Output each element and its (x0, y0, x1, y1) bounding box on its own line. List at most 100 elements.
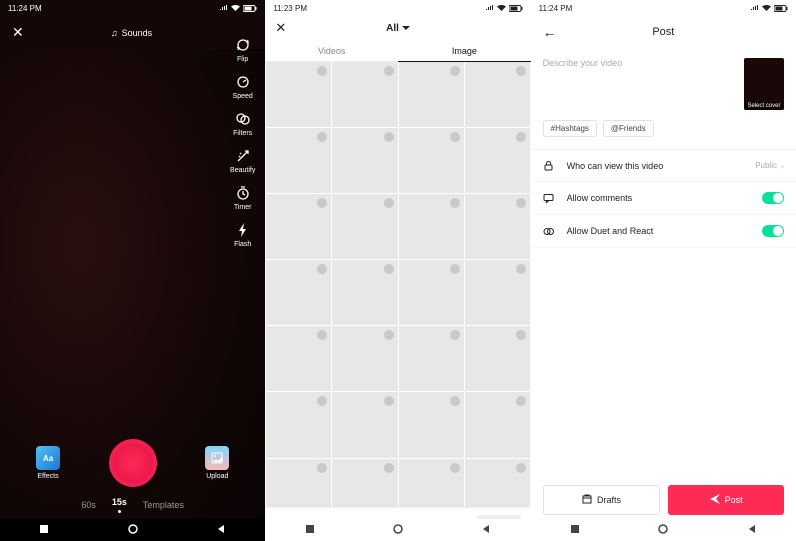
tab-videos[interactable]: Videos (265, 40, 398, 62)
nav-home-icon[interactable] (393, 524, 403, 537)
effects-icon: Aa (36, 446, 60, 470)
media-cell[interactable] (332, 194, 397, 259)
select-circle[interactable] (516, 132, 526, 142)
media-cell[interactable] (465, 326, 530, 391)
media-cell[interactable] (266, 62, 331, 127)
back-icon[interactable]: ← (543, 24, 557, 40)
select-circle[interactable] (516, 330, 526, 340)
select-circle[interactable] (384, 330, 394, 340)
beautify-button[interactable]: Beautify (230, 147, 255, 174)
nav-back-icon[interactable] (216, 524, 226, 537)
nav-back-icon[interactable] (481, 524, 491, 537)
select-circle[interactable] (384, 463, 394, 473)
nav-recent-icon[interactable] (570, 524, 580, 537)
media-cell[interactable] (399, 459, 464, 507)
nav-home-icon[interactable] (128, 524, 138, 537)
select-circle[interactable] (317, 330, 327, 340)
select-circle[interactable] (516, 396, 526, 406)
select-circle[interactable] (450, 264, 460, 274)
nav-recent-icon[interactable] (39, 524, 49, 537)
media-cell[interactable] (399, 260, 464, 325)
mode-15s[interactable]: 15s (112, 497, 127, 513)
media-cell[interactable] (465, 392, 530, 457)
media-cell[interactable] (399, 326, 464, 391)
close-icon[interactable]: ✕ (275, 20, 286, 36)
record-button[interactable] (109, 439, 157, 487)
description-input[interactable]: Describe your video (543, 58, 736, 110)
comments-row: Allow comments (531, 182, 796, 215)
sounds-button[interactable]: ♫ Sounds (111, 28, 152, 38)
friends-chip[interactable]: @Friends (603, 120, 654, 137)
android-nav-bar (0, 519, 265, 541)
privacy-row[interactable]: Who can view this video Public › (531, 150, 796, 182)
select-circle[interactable] (317, 198, 327, 208)
media-cell[interactable] (266, 392, 331, 457)
select-circle[interactable] (516, 463, 526, 473)
lock-icon (543, 160, 557, 171)
media-cell[interactable] (399, 392, 464, 457)
media-cell[interactable] (465, 194, 530, 259)
select-circle[interactable] (317, 396, 327, 406)
select-circle[interactable] (384, 132, 394, 142)
drafts-button[interactable]: Drafts (543, 485, 661, 515)
nav-back-icon[interactable] (747, 524, 757, 537)
mode-60s[interactable]: 60s (81, 500, 96, 510)
select-circle[interactable] (317, 463, 327, 473)
mode-templates[interactable]: Templates (143, 500, 184, 510)
media-cell[interactable] (332, 326, 397, 391)
flash-button[interactable]: Flash (234, 221, 252, 248)
tab-image[interactable]: Image (398, 40, 531, 62)
media-cell[interactable] (266, 326, 331, 391)
media-cell[interactable] (399, 128, 464, 193)
media-cell[interactable] (399, 62, 464, 127)
media-cell[interactable] (332, 62, 397, 127)
media-cell[interactable] (332, 459, 397, 507)
select-cover-button[interactable]: Select cover (744, 58, 784, 110)
right-tool-rail: Flip Speed Filters Beautify Timer Flash (230, 36, 255, 248)
select-circle[interactable] (450, 198, 460, 208)
media-cell[interactable] (465, 128, 530, 193)
chevron-down-icon (402, 23, 410, 34)
timer-button[interactable]: Timer (234, 184, 252, 211)
duet-toggle[interactable] (762, 225, 784, 237)
select-circle[interactable] (516, 66, 526, 76)
media-cell[interactable] (332, 392, 397, 457)
flip-button[interactable]: Flip (234, 36, 252, 63)
media-cell[interactable] (266, 459, 331, 507)
close-icon[interactable]: ✕ (12, 24, 24, 41)
media-cell[interactable] (332, 260, 397, 325)
select-circle[interactable] (384, 66, 394, 76)
mode-selector[interactable]: 60s 15s Templates (81, 497, 184, 513)
media-cell[interactable] (266, 260, 331, 325)
select-circle[interactable] (516, 264, 526, 274)
select-circle[interactable] (384, 264, 394, 274)
media-cell[interactable] (465, 62, 530, 127)
select-circle[interactable] (317, 264, 327, 274)
hashtags-chip[interactable]: #Hashtags (543, 120, 597, 137)
select-circle[interactable] (516, 198, 526, 208)
upload-button[interactable]: Upload (205, 446, 229, 480)
comments-toggle[interactable] (762, 192, 784, 204)
filters-button[interactable]: Filters (233, 110, 252, 137)
speed-button[interactable]: Speed (233, 73, 253, 100)
nav-home-icon[interactable] (658, 524, 668, 537)
media-cell[interactable] (332, 128, 397, 193)
effects-button[interactable]: AaEffects (36, 446, 60, 480)
media-cell[interactable] (266, 128, 331, 193)
select-circle[interactable] (450, 463, 460, 473)
select-circle[interactable] (317, 132, 327, 142)
select-circle[interactable] (450, 396, 460, 406)
select-circle[interactable] (384, 396, 394, 406)
nav-recent-icon[interactable] (305, 524, 315, 537)
media-cell[interactable] (465, 260, 530, 325)
post-button[interactable]: Post (668, 485, 784, 515)
select-circle[interactable] (317, 66, 327, 76)
media-cell[interactable] (266, 194, 331, 259)
select-circle[interactable] (450, 330, 460, 340)
select-circle[interactable] (450, 132, 460, 142)
select-circle[interactable] (450, 66, 460, 76)
media-cell[interactable] (399, 194, 464, 259)
album-dropdown[interactable]: All (386, 23, 410, 34)
media-cell[interactable] (465, 459, 530, 507)
select-circle[interactable] (384, 198, 394, 208)
